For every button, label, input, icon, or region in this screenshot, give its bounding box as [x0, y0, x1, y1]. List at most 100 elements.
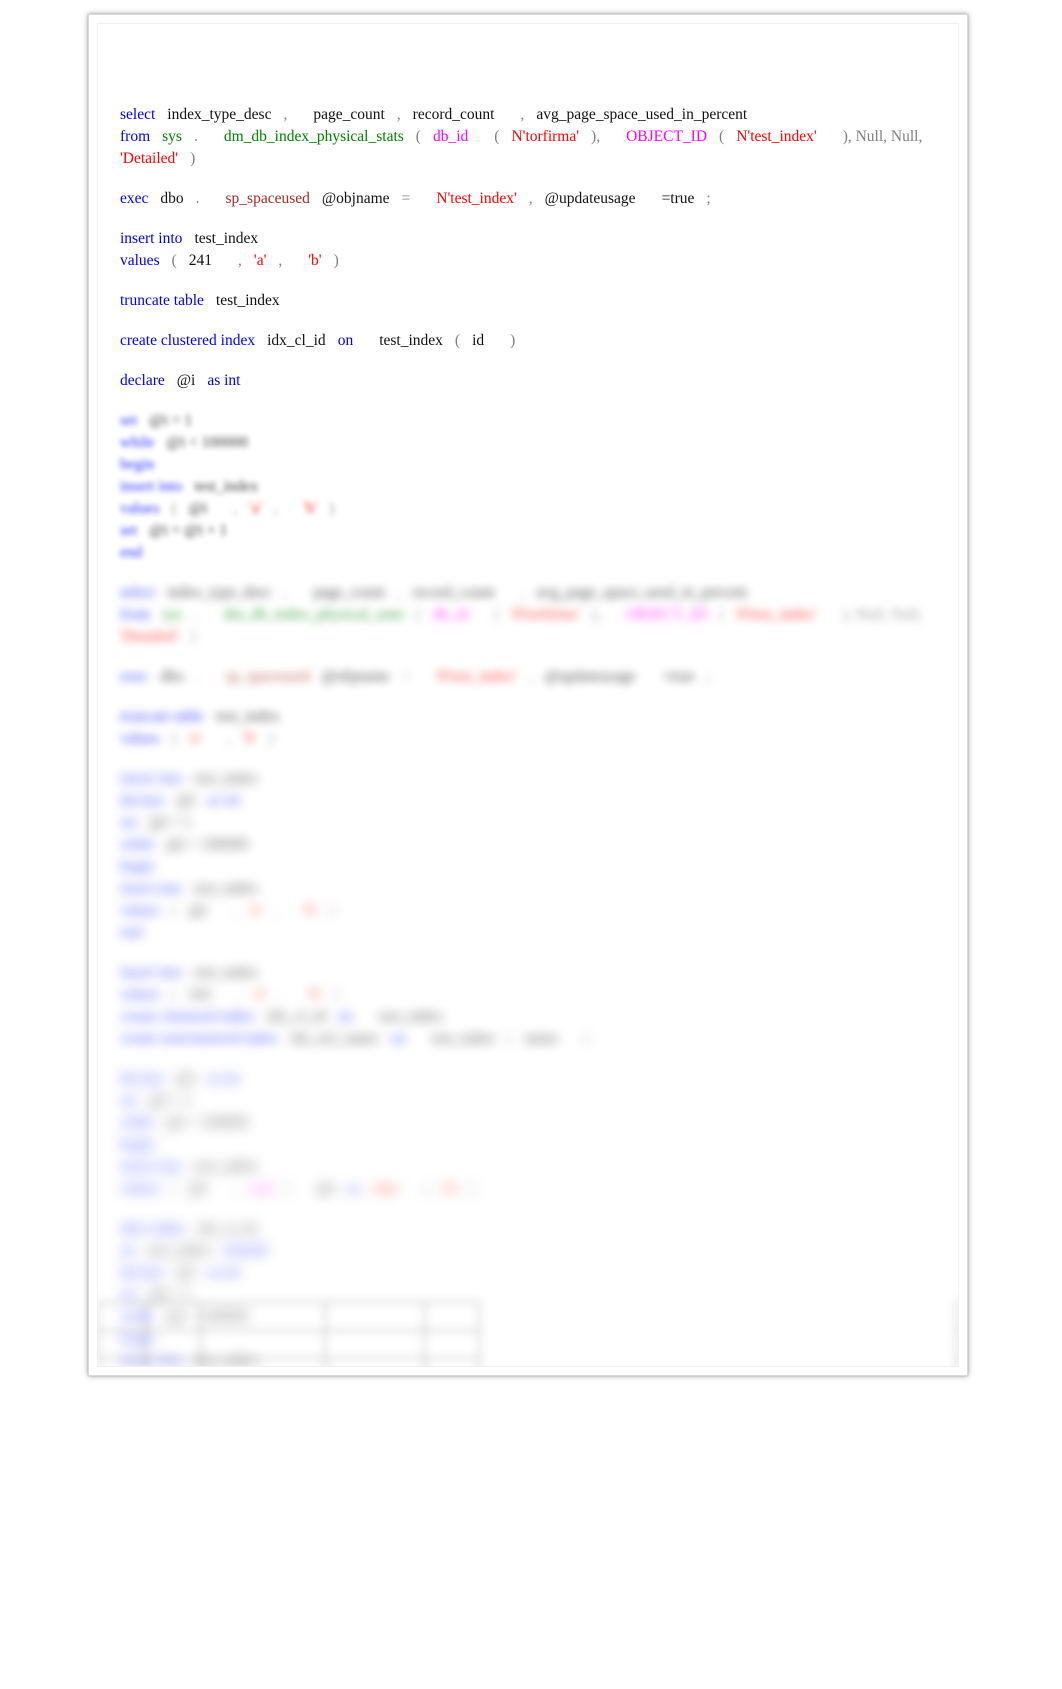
- code-line-blurred: end: [120, 542, 948, 564]
- code-token: test_index: [194, 1158, 259, 1175]
- code-token: @i = @i + 1: [149, 522, 228, 539]
- result-grid-cell[interactable]: [325, 1302, 425, 1331]
- code-token: on: [337, 1008, 354, 1025]
- code-token: =true: [661, 668, 695, 685]
- result-grid-cell[interactable]: [956, 1330, 958, 1359]
- stmt-select-dm-db-index-physical-stats: select index_type_desc, page_count, record_…: [120, 104, 948, 170]
- result-grid-cell[interactable]: [480, 1303, 957, 1331]
- code-token: ,: [528, 190, 533, 207]
- code-token: ;: [706, 668, 711, 685]
- code-token: @i: [188, 1180, 208, 1197]
- code-token: create clustered index: [120, 1008, 256, 1025]
- code-token: ,: [283, 584, 288, 601]
- code-token: OBJECT_ID: [626, 128, 708, 145]
- code-token: test_index: [379, 332, 443, 349]
- result-grid-cell[interactable]: [480, 1359, 957, 1367]
- code-token: ): [333, 986, 339, 1003]
- blur-block-2: select index_type_desc, page_count, record_…: [120, 582, 948, 648]
- code-line-blurred: exec dbo. sp_spaceused @objname = N'test_inde…: [120, 666, 948, 688]
- code-line-blurred: values (241, 'a', 'b'): [120, 984, 948, 1006]
- result-grid-cell[interactable]: [200, 1302, 326, 1331]
- result-grid-cell[interactable]: [956, 1302, 958, 1331]
- code-token: test_index: [215, 708, 280, 725]
- code-line-blurred: values (@i, 'a', 'b'): [120, 498, 948, 520]
- code-token: ,: [227, 730, 232, 747]
- code-token: ), Null, Null,: [842, 128, 923, 145]
- code-line-blurred: while @i < 100000: [120, 1112, 948, 1134]
- code-token: (: [171, 902, 177, 919]
- code-token: idx_cl_id: [267, 332, 326, 349]
- result-grid-row[interactable]: [98, 1302, 958, 1331]
- code-token: .: [195, 668, 200, 685]
- code-line-blurred: insert into test_index: [120, 768, 948, 790]
- result-grid-cell[interactable]: [424, 1330, 480, 1359]
- result-grid-cell[interactable]: [145, 1302, 201, 1331]
- blur-block-1: set @i = 1 while @i < 100000 begin insert int…: [120, 410, 948, 564]
- code-token: set: [120, 814, 138, 831]
- stmt-create-clustered-index: create clustered index idx_cl_id on test_in…: [120, 330, 948, 352]
- code-token: ,: [528, 668, 533, 685]
- code-token: @i = 1: [149, 1092, 193, 1109]
- code-line-blurred: values (@i, 'a', 'b'): [120, 900, 948, 922]
- blur-block-5: insert into test_index declare @i as int set @…: [120, 768, 948, 944]
- code-line-blurred: begin: [120, 856, 948, 878]
- result-grid-cell[interactable]: [145, 1358, 201, 1366]
- code-token: @i = 1: [149, 814, 193, 831]
- page-content-area: select index_type_desc, page_count, record_…: [97, 23, 959, 1367]
- code-token: as int: [207, 1070, 241, 1087]
- code-token: declare: [120, 372, 165, 389]
- code-token: ): [328, 902, 335, 919]
- code-line: create clustered index idx_cl_id on test_in…: [120, 330, 948, 352]
- code-token: exec: [120, 190, 149, 207]
- result-grid-cell[interactable]: [424, 1358, 480, 1366]
- code-token: 'b': [308, 986, 322, 1003]
- code-token: from: [120, 128, 151, 145]
- code-token: declare: [120, 792, 165, 809]
- result-grid-cell[interactable]: [325, 1330, 425, 1359]
- result-grid-cell[interactable]: [145, 1330, 201, 1359]
- code-token: sys: [162, 128, 182, 145]
- result-grid-cell[interactable]: [98, 1358, 146, 1366]
- result-grid-row[interactable]: [98, 1330, 958, 1359]
- result-grid-cell[interactable]: [200, 1358, 326, 1366]
- result-grid-cell[interactable]: [956, 1358, 958, 1366]
- code-token: =: [401, 668, 411, 685]
- code-token: (: [507, 1030, 513, 1047]
- code-token: 'Detailed': [120, 150, 179, 167]
- result-grid-cell[interactable]: [424, 1302, 480, 1331]
- code-token: insert into: [120, 770, 183, 787]
- code-token: ,: [396, 106, 401, 123]
- result-grid-cell[interactable]: [98, 1330, 146, 1359]
- code-token: @i < 100000: [166, 1114, 249, 1131]
- code-token: (: [415, 606, 421, 623]
- result-grid: [98, 1302, 958, 1367]
- code-token: begin: [120, 456, 155, 473]
- result-grid-row[interactable]: [98, 1358, 958, 1367]
- code-token: N'torfirma': [511, 128, 580, 145]
- result-grid-cell[interactable]: [480, 1331, 957, 1359]
- code-token: @objname: [321, 190, 390, 207]
- code-token: .: [193, 606, 198, 623]
- result-grid-cell[interactable]: [98, 1302, 146, 1331]
- code-token: ,: [238, 986, 242, 1003]
- result-grid-cell[interactable]: [325, 1358, 425, 1366]
- code-token: values: [120, 986, 160, 1003]
- code-line-blurred: create clustered index idx_cl_id on test_in…: [120, 1006, 948, 1028]
- code-line-blurred: insert into test_index: [120, 1156, 948, 1178]
- code-token: @i: [316, 1180, 336, 1197]
- code-token: dm_db_index_physical_stats: [223, 128, 404, 145]
- result-grid-cell[interactable]: [200, 1330, 326, 1359]
- code-line: select index_type_desc, page_count, record_…: [120, 104, 948, 126]
- code-token: test_index: [194, 478, 259, 495]
- code-token: record_count: [412, 584, 495, 601]
- code-token: idx_cl_id: [267, 1008, 326, 1025]
- code-token: ): [190, 628, 196, 645]
- blur-block-6: insert into test_index values(241,'a','b')…: [120, 962, 948, 1050]
- code-token: id: [472, 332, 485, 349]
- code-token: 'b': [303, 500, 317, 517]
- code-token: N'test_index': [436, 668, 517, 685]
- code-token: 'b': [308, 252, 322, 269]
- code-token: sys: [162, 606, 182, 623]
- code-token: @i: [176, 1264, 196, 1281]
- code-token: test_index: [379, 1008, 443, 1025]
